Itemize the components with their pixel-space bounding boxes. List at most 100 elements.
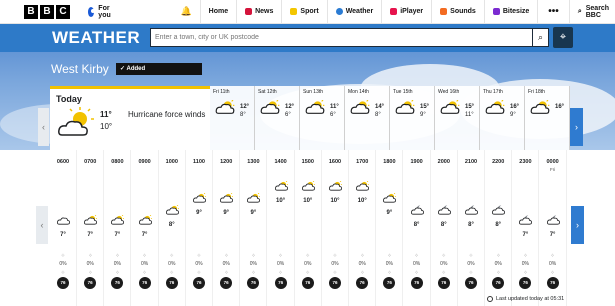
hour-column[interactable]: 1800 9° ⁘ 0% ⁘ 76	[376, 150, 404, 306]
hour-column[interactable]: 0800 7° ⁘ 0% ⁘ 76	[104, 150, 132, 306]
day-card[interactable]: Sat 12th 12° 6°	[255, 86, 300, 151]
raindrop-icon: ⁘	[305, 253, 310, 259]
weather-header: WEATHER ⌕ ⌖	[0, 24, 615, 52]
sun-cloud-icon	[329, 181, 342, 191]
for-you-link[interactable]: For you	[88, 5, 114, 19]
nav-item-sport[interactable]: Sport	[281, 0, 326, 24]
moon-cloud-icon	[546, 215, 560, 225]
next-hours-arrow[interactable]: ›	[571, 206, 584, 244]
hour-temperature: 9°	[223, 210, 230, 216]
day-high: 16°	[555, 104, 565, 110]
day-card[interactable]: Wed 16th 15° 11°	[435, 86, 480, 151]
hour-rain-chance: 0%	[276, 261, 285, 267]
sun-cloud-icon	[84, 215, 98, 225]
hour-column[interactable]: 1300 9° ⁘ 0% ⁘ 76	[240, 150, 268, 306]
day-card[interactable]: Mon 14th 14° 8°	[345, 86, 390, 151]
day-card[interactable]: Thu 17th 16° 9°	[480, 86, 525, 151]
wind-icon: ⁘	[115, 270, 120, 276]
hour-column[interactable]: 0000 Fri 7° ⁘ 0% ⁘ 76	[540, 150, 567, 306]
wind-speed-badge: 76	[356, 277, 369, 289]
hour-column[interactable]: 1200 9° ⁘ 0% ⁘ 76	[213, 150, 241, 306]
hour-time: 2100	[464, 159, 478, 165]
raindrop-icon: ⁘	[88, 253, 93, 259]
hourly-forecast: 0600 7° ⁘ 0% ⁘ 76 0700 7° ⁘ 0% ⁘ 76 0800 7° ⁘ 0% ⁘ 76 0900…	[50, 150, 570, 306]
day-label: Sat 12th	[258, 89, 277, 95]
hour-column[interactable]: 0900 7° ⁘ 0% ⁘ 76	[132, 150, 159, 306]
moon-cloud-icon	[519, 215, 533, 225]
account-icon	[88, 6, 96, 17]
nav-item-bitesize[interactable]: Bitesize	[483, 0, 537, 24]
sun-cloud-icon	[350, 100, 370, 114]
notifications-bell-icon[interactable]: 🔔	[180, 6, 191, 17]
hour-column[interactable]: 2100 8° ⁘ 0% ⁘ 76	[458, 150, 485, 306]
wind-speed-badge: 76	[301, 277, 314, 289]
hour-column[interactable]: 1700 10° ⁘ 0% ⁘ 76	[349, 150, 377, 306]
wind-icon: ⁘	[523, 270, 528, 276]
hour-column[interactable]: 1100 9° ⁘ 0% ⁘ 76	[186, 150, 213, 306]
hour-column[interactable]: 1900 8° ⁘ 0% ⁘ 76	[404, 150, 431, 306]
iplayer-icon	[390, 8, 398, 15]
hour-rain-chance: 0%	[140, 261, 149, 267]
search-bbc-button[interactable]: ⌕ Search BBC	[568, 0, 615, 24]
wind-speed-badge: 76	[519, 277, 532, 289]
location-search-input[interactable]	[150, 28, 535, 47]
nav-item-news[interactable]: News	[236, 0, 281, 24]
nav-item-iplayer[interactable]: iPlayer	[381, 0, 431, 24]
day-cards: Fri 11th 12° 8° Sat 12th 12° 6° Sun 13th 11° 6° M…	[210, 86, 570, 151]
hour-time: 1800	[383, 159, 396, 165]
locate-me-button[interactable]: ⌖	[553, 27, 573, 48]
previous-hours-arrow[interactable]: ‹	[36, 206, 48, 244]
hour-column[interactable]: 2300 7° ⁘ 0% ⁘ 76	[512, 150, 540, 306]
day-card[interactable]: Sun 13th 11° 6°	[300, 86, 345, 151]
wind-speed-badge: 76	[165, 277, 178, 289]
chevron-left-icon: ‹	[42, 122, 45, 132]
hour-column[interactable]: 1400 10° ⁘ 0% ⁘ 76	[268, 150, 295, 306]
today-card[interactable]: Today 11° 10° Hurricane force winds	[50, 86, 210, 151]
bitesize-icon	[492, 8, 500, 15]
weather-title[interactable]: WEATHER	[52, 28, 140, 48]
day-high: 15°	[420, 104, 430, 110]
wind-speed-badge: 76	[383, 277, 396, 289]
day-card[interactable]: Tue 15th 15° 9°	[390, 86, 435, 151]
nav-label: Sounds	[450, 8, 476, 15]
nav-item-sounds[interactable]: Sounds	[431, 0, 484, 24]
nav-item-weather[interactable]: Weather	[326, 0, 382, 24]
wind-icon: ⁘	[224, 270, 229, 276]
previous-day-arrow[interactable]: ‹	[38, 108, 49, 146]
wind-speed-badge: 76	[138, 277, 151, 289]
day-high: 12°	[240, 104, 250, 110]
hour-rain-chance: 0%	[521, 261, 529, 267]
hour-column[interactable]: 2200 8° ⁘ 0% ⁘ 76	[485, 150, 513, 306]
day-card[interactable]: Fri 18th 16°	[525, 86, 570, 151]
hour-column[interactable]: 2000 8° ⁘ 0% ⁘ 76	[431, 150, 458, 306]
next-day-arrow[interactable]: ›	[570, 108, 583, 146]
wind-speed-badge: 76	[546, 277, 559, 289]
wind-speed-badge: 76	[410, 277, 423, 289]
wind-icon: ⁘	[196, 270, 202, 276]
wind-icon: ⁘	[387, 270, 392, 276]
nav-item-home[interactable]: Home	[199, 0, 236, 24]
location-search-button[interactable]: ⌕	[532, 28, 549, 47]
hour-rain-chance: 0%	[412, 261, 421, 267]
added-location-button[interactable]: ✓ Added	[116, 63, 202, 75]
hour-column[interactable]: 0700 7° ⁘ 0% ⁘ 76	[77, 150, 105, 306]
wind-speed-badge: 76	[193, 277, 205, 289]
hour-column[interactable]: 1000 8° ⁘ 0% ⁘ 76	[159, 150, 186, 306]
raindrop-icon: ⁘	[224, 253, 229, 259]
nav-label: News	[255, 8, 274, 15]
day-low: 6°	[330, 112, 336, 118]
hour-temperature: 7°	[87, 232, 94, 238]
hour-column[interactable]: 1500 10° ⁘ 0% ⁘ 76	[295, 150, 322, 306]
added-label: Added	[126, 66, 146, 72]
hour-column[interactable]: 1600 10° ⁘ 0% ⁘ 76	[322, 150, 349, 306]
hour-temperature: 10°	[357, 198, 367, 204]
more-menu-button[interactable]: •••	[537, 0, 569, 24]
sun-cloud-icon	[193, 193, 206, 203]
day-card[interactable]: Fri 11th 12° 8°	[210, 86, 255, 151]
bbc-logo[interactable]: B B C	[24, 4, 70, 19]
hour-column[interactable]: 0600 7° ⁘ 0% ⁘ 76	[50, 150, 77, 306]
hour-time: 1200	[220, 159, 233, 165]
wind-speed-badge: 76	[84, 277, 97, 289]
wind-icon: ⁘	[142, 270, 147, 276]
hour-time: 0700	[84, 159, 97, 165]
